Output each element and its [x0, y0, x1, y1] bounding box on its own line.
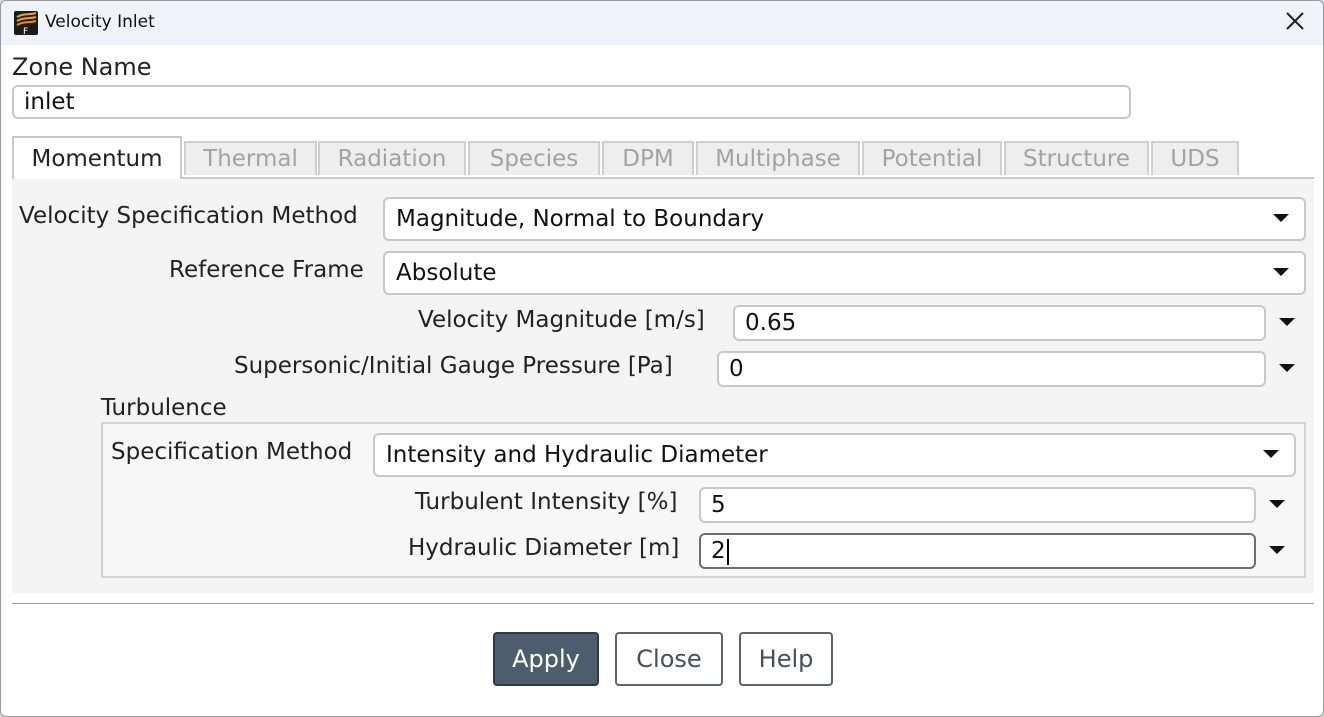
turbulence-spec-method-label: Specification Method	[111, 439, 353, 465]
zone-name-field[interactable]: inlet	[12, 85, 1131, 119]
tab-multiphase[interactable]: Multiphase	[696, 141, 860, 175]
tab-structure[interactable]: Structure	[1004, 141, 1149, 175]
apply-button[interactable]: Apply	[493, 632, 599, 686]
hydraulic-diameter-value: 2	[711, 538, 726, 564]
gauge-pressure-label: Supersonic/Initial Gauge Pressure [Pa]	[234, 353, 673, 379]
dialog-window: F Velocity Inlet Zone Name inlet Momentu…	[0, 0, 1324, 717]
turbulence-heading: Turbulence	[101, 395, 227, 421]
velocity-magnitude-label: Velocity Magnitude [m/s]	[418, 307, 705, 333]
turbulence-spec-method-value: Intensity and Hydraulic Diameter	[386, 442, 768, 468]
turbulent-intensity-options-arrow-icon[interactable]	[1269, 500, 1285, 508]
close-icon[interactable]	[1283, 9, 1307, 33]
zone-name-label: Zone Name	[12, 53, 152, 81]
button-separator	[12, 603, 1314, 604]
dropdown-arrow-icon	[1273, 214, 1289, 222]
velocity-spec-method-value: Magnitude, Normal to Boundary	[396, 206, 765, 232]
reference-frame-value: Absolute	[396, 260, 497, 286]
fluent-app-icon: F	[14, 11, 38, 37]
turbulence-spec-method-select[interactable]: Intensity and Hydraulic Diameter	[373, 433, 1296, 477]
turbulent-intensity-field[interactable]: 5	[699, 487, 1256, 523]
tab-momentum[interactable]: Momentum	[12, 136, 182, 179]
turbulent-intensity-label: Turbulent Intensity [%]	[415, 489, 678, 515]
tab-potential[interactable]: Potential	[862, 141, 1002, 175]
gauge-pressure-options-arrow-icon[interactable]	[1279, 364, 1295, 372]
velocity-spec-method-select[interactable]: Magnitude, Normal to Boundary	[383, 197, 1306, 241]
text-caret	[726, 538, 729, 565]
tab-dpm[interactable]: DPM	[602, 141, 694, 175]
tab-radiation[interactable]: Radiation	[318, 141, 466, 175]
gauge-pressure-field[interactable]: 0	[717, 351, 1266, 387]
close-button[interactable]: Close	[615, 632, 723, 686]
hydraulic-diameter-label: Hydraulic Diameter [m]	[408, 535, 680, 561]
help-button[interactable]: Help	[739, 632, 833, 686]
velocity-magnitude-options-arrow-icon[interactable]	[1279, 318, 1295, 326]
window-title: Velocity Inlet	[45, 12, 155, 32]
dropdown-arrow-icon	[1273, 268, 1289, 276]
reference-frame-select[interactable]: Absolute	[383, 251, 1306, 295]
tab-bar: Momentum Thermal Radiation Species DPM M…	[12, 136, 1314, 180]
dropdown-arrow-icon	[1263, 450, 1279, 458]
hydraulic-diameter-options-arrow-icon[interactable]	[1269, 546, 1285, 554]
title-bar: F Velocity Inlet	[1, 1, 1323, 45]
tab-uds[interactable]: UDS	[1151, 141, 1239, 175]
reference-frame-label: Reference Frame	[169, 257, 364, 283]
svg-text:F: F	[23, 27, 28, 35]
velocity-spec-method-label: Velocity Specification Method	[19, 203, 358, 229]
velocity-magnitude-field[interactable]: 0.65	[733, 305, 1266, 341]
hydraulic-diameter-field[interactable]: 2	[699, 533, 1256, 569]
tab-thermal[interactable]: Thermal	[184, 141, 317, 175]
tab-species[interactable]: Species	[468, 141, 600, 175]
